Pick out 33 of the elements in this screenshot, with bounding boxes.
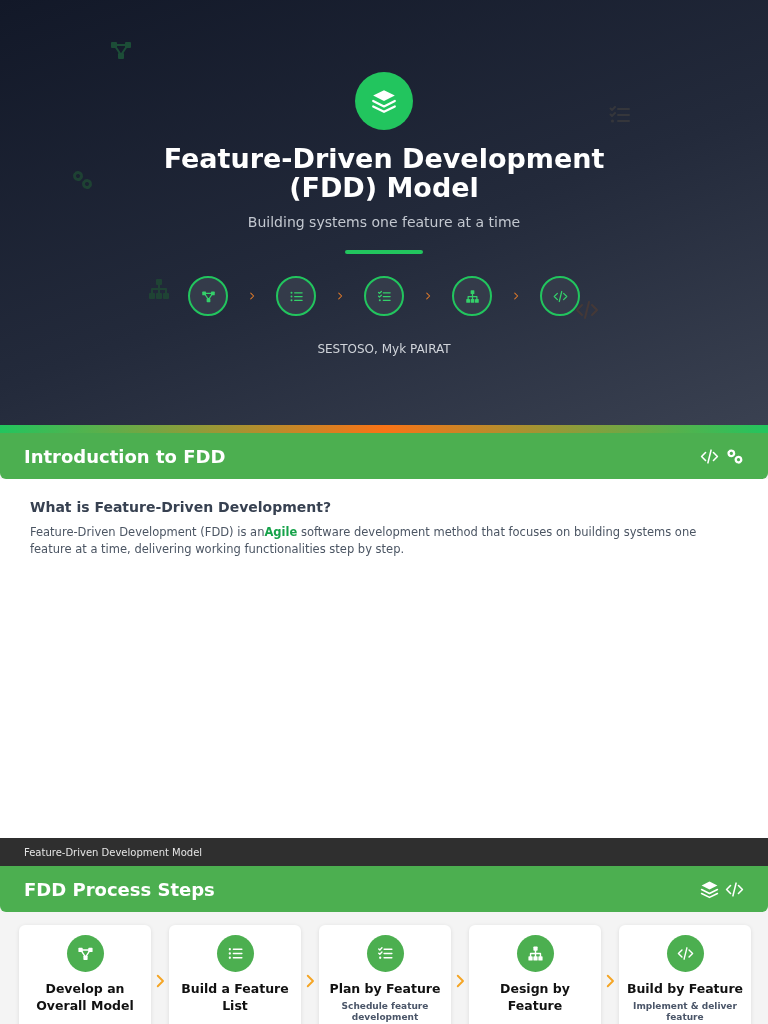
- gears-icon: [70, 168, 94, 192]
- code-icon: [676, 945, 694, 962]
- code-icon: [575, 298, 599, 322]
- nodes-icon: [76, 945, 94, 962]
- author-name: SESTOSO, Myk PAIRAT: [317, 342, 451, 356]
- section-title: Introduction to FDD: [24, 445, 226, 467]
- chevron-icon: [335, 290, 345, 302]
- hierarchy-icon: [147, 277, 171, 301]
- step-title: Develop an Overall Model: [35, 980, 135, 1014]
- hero-title: Feature-Driven Development (FDD) Model: [162, 144, 606, 202]
- intro-heading: What is Feature-Driven Development?: [30, 499, 333, 515]
- gears-icon: [725, 446, 744, 466]
- chevron-icon: [247, 290, 257, 302]
- code-icon: [552, 288, 568, 304]
- checklist-icon: [376, 288, 392, 304]
- hierarchy-icon: [526, 945, 544, 962]
- hero-subtitle: Building systems one feature at a time: [247, 214, 521, 230]
- layers-icon: [700, 879, 719, 899]
- section-title: FDD Process Steps: [24, 878, 215, 900]
- list-icon: [226, 945, 244, 962]
- step-description: Schedule feature development: [340, 1001, 430, 1023]
- checklist-icon: [376, 945, 394, 962]
- chevron-icon: [423, 290, 433, 302]
- step-title: Build by Feature: [626, 980, 744, 997]
- intro-paragraph: Feature-Driven Development (FDD) is anAgile software development method that focuses on building systems one feature at a time, delivering working functionalities step by step.: [30, 524, 698, 558]
- layers-icon: [371, 88, 397, 114]
- footer-text: Feature-Driven Development Model: [24, 846, 203, 858]
- step-title: Plan by Feature: [329, 980, 441, 997]
- step-title: Design by Feature: [499, 980, 571, 1014]
- step-description: Implement & deliver feature: [632, 1001, 738, 1023]
- hierarchy-icon: [464, 288, 480, 304]
- step-title: Build a Feature List: [180, 980, 290, 1014]
- chevron-icon: [511, 290, 521, 302]
